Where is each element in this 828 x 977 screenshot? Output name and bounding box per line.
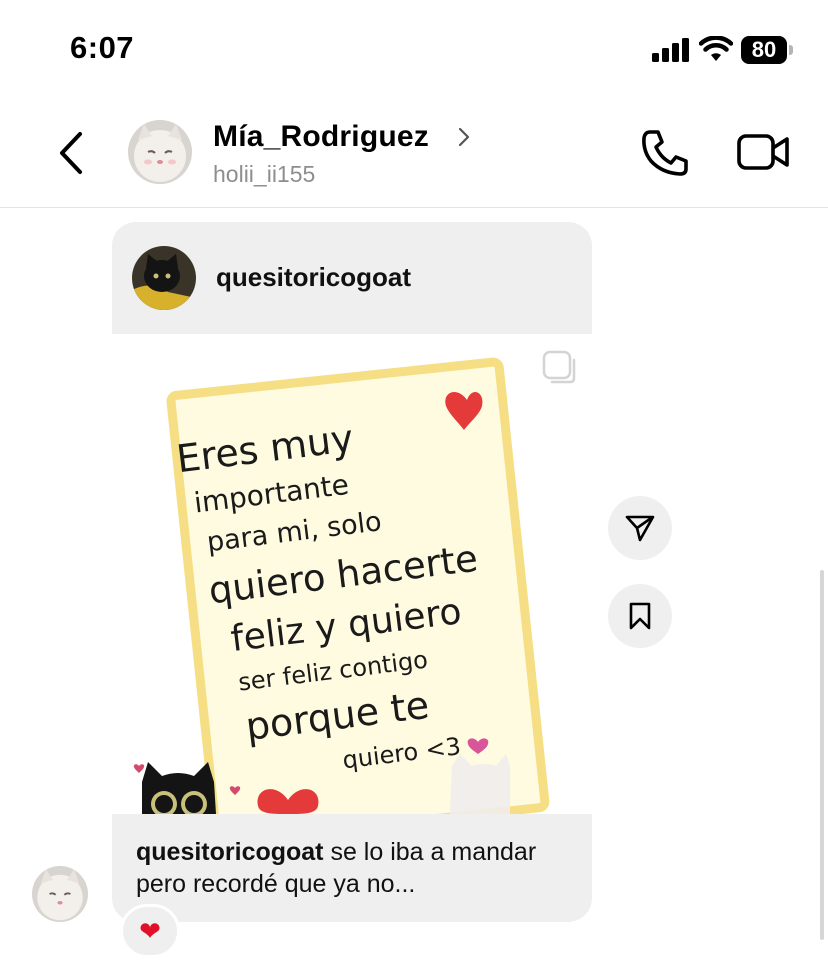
post-image[interactable]: Eres muy importante para mi, solo quiero… [112, 334, 592, 814]
contact-name[interactable]: Mía_Rodriguez [213, 120, 429, 154]
phone-icon[interactable] [640, 126, 690, 178]
chevron-right-icon[interactable] [456, 126, 472, 148]
heart-icon: ❤ [139, 917, 161, 947]
bookmark-icon [629, 602, 651, 630]
post-author-username[interactable]: quesitoricogoat [216, 262, 411, 293]
heart-reaction-badge[interactable]: ❤ [120, 904, 180, 958]
contact-username[interactable]: holii_ii155 [213, 161, 315, 188]
chat-header: Mía_Rodriguez holii_ii155 [0, 100, 828, 208]
caption-username: quesitoricogoat [136, 838, 324, 866]
carousel-icon [542, 350, 576, 384]
contact-avatar[interactable] [128, 120, 192, 184]
shared-post-message[interactable]: quesitoricogoat Eres muy importante para… [112, 222, 592, 922]
status-bar: 6:07 80 [0, 0, 828, 100]
post-author-avatar[interactable] [132, 246, 196, 310]
save-button[interactable] [608, 584, 672, 648]
share-button[interactable] [608, 496, 672, 560]
video-camera-icon[interactable] [737, 130, 791, 174]
battery-icon: 80 [741, 36, 793, 64]
status-time: 6:07 [70, 30, 135, 65]
scrollbar[interactable] [820, 570, 824, 940]
post-caption: quesitoricogoat se lo iba a mandar pero … [136, 836, 576, 900]
battery-level: 80 [751, 37, 777, 62]
back-icon[interactable] [52, 128, 92, 178]
sender-avatar[interactable] [32, 866, 88, 922]
share-icon [625, 515, 655, 542]
cellular-signal-icon [652, 38, 689, 62]
wifi-icon [699, 36, 733, 61]
shared-post-header[interactable]: quesitoricogoat [112, 222, 592, 334]
